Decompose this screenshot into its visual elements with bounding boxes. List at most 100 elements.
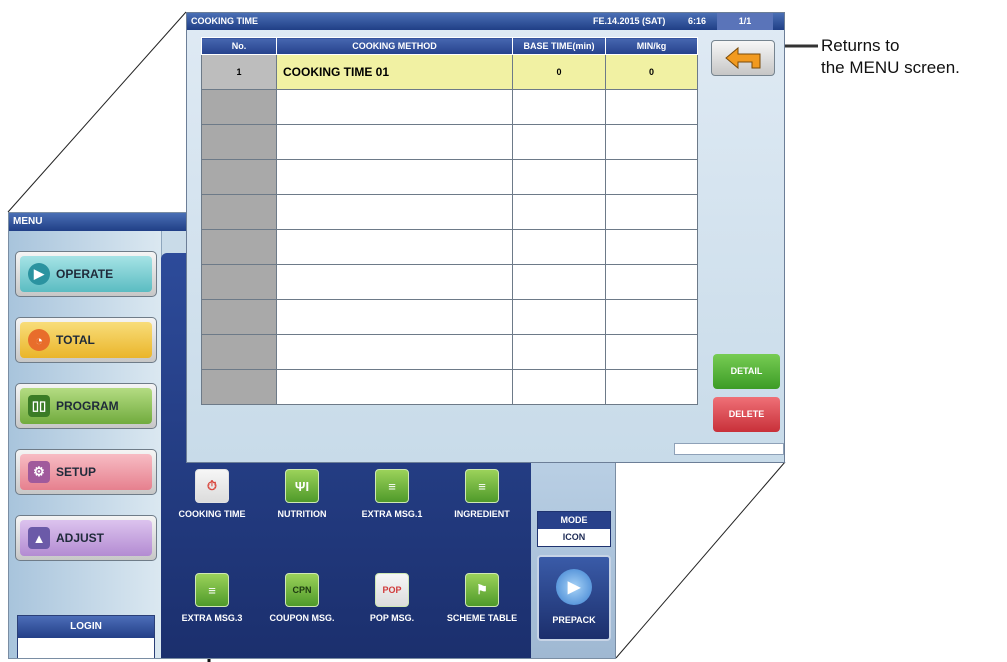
callout-line-1: Returns to <box>821 36 900 55</box>
row-min-kg: 0 <box>605 54 698 90</box>
operate-label: OPERATE <box>56 267 114 281</box>
row-base-time <box>512 159 606 195</box>
prepack-label: PREPACK <box>552 615 596 625</box>
operate-button[interactable]: ▶ OPERATE <box>15 251 157 297</box>
row-no <box>201 264 277 300</box>
table-row[interactable] <box>201 124 698 160</box>
row-base-time: 0 <box>512 54 606 90</box>
col-min-kg: MIN/kg <box>605 37 698 55</box>
row-base-time <box>512 89 606 125</box>
extra-msg1-label: EXTRA MSG.1 <box>361 509 423 519</box>
page-indicator: 1/1 <box>717 13 773 30</box>
row-method <box>276 264 513 300</box>
mode-value: ICON <box>538 529 610 546</box>
cooking-table: No. COOKING METHOD BASE TIME(min) MIN/kg… <box>201 37 698 405</box>
progress-bar <box>674 443 784 455</box>
program-button[interactable]: ▯▯ PROGRAM <box>15 383 157 429</box>
table-row[interactable] <box>201 264 698 300</box>
adjust-button[interactable]: ▲ ADJUST <box>15 515 157 561</box>
book-icon: ▯▯ <box>28 395 50 417</box>
document-icon: ≡ <box>375 469 409 503</box>
row-base-time <box>512 229 606 265</box>
setup-button[interactable]: ⚙ SETUP <box>15 449 157 495</box>
row-base-time <box>512 334 606 370</box>
row-min-kg <box>605 194 698 230</box>
time-text: 6:16 <box>688 16 707 26</box>
document-icon: ≡ <box>465 469 499 503</box>
login-label: LOGIN <box>18 616 154 638</box>
cutlery-icon: ΨΙ <box>285 469 319 503</box>
cooking-title-bar: COOKING TIME FE.14.2015 (SAT) 6:16 1/1 <box>187 13 784 30</box>
table-row[interactable] <box>201 89 698 125</box>
mode-panel: MODE ICON ▶ PREPACK <box>531 461 615 658</box>
row-no <box>201 89 277 125</box>
play-icon: ▶ <box>28 263 50 285</box>
row-base-time <box>512 299 606 335</box>
table-row[interactable] <box>201 334 698 370</box>
document-icon: ≡ <box>195 573 229 607</box>
prepack-button[interactable]: ▶ PREPACK <box>537 555 611 641</box>
login-box[interactable]: LOGIN <box>17 615 155 658</box>
row-method <box>276 159 513 195</box>
play-icon: ▶ <box>556 569 592 605</box>
row-method <box>276 334 513 370</box>
pop-msg-item[interactable]: POP POP MSG. <box>347 573 437 623</box>
nutrition-label: NUTRITION <box>277 509 327 519</box>
cooking-time-label: COOKING TIME <box>178 509 246 519</box>
row-min-kg <box>605 159 698 195</box>
return-arrow-icon <box>725 46 761 70</box>
setup-label: SETUP <box>56 465 97 479</box>
row-min-kg <box>605 89 698 125</box>
row-base-time <box>512 124 606 160</box>
table-row[interactable] <box>201 159 698 195</box>
row-min-kg <box>605 369 698 405</box>
table-row[interactable] <box>201 229 698 265</box>
return-button[interactable] <box>711 40 775 76</box>
delete-button[interactable]: DELETE <box>713 397 780 432</box>
row-method <box>276 299 513 335</box>
coupon-msg-label: COUPON MSG. <box>269 613 335 623</box>
ingredient-item[interactable]: ≡ INGREDIENT <box>437 469 527 519</box>
row-method <box>276 89 513 125</box>
col-no: No. <box>201 37 277 55</box>
total-label: TOTAL <box>56 333 95 347</box>
menu-left-panel: ▶ OPERATE ◔ TOTAL ▯▯ PROGRAM ⚙ SETUP ▲ A… <box>9 231 162 658</box>
total-button[interactable]: ◔ TOTAL <box>15 317 157 363</box>
nutrition-item[interactable]: ΨΙ NUTRITION <box>257 469 347 519</box>
row-method <box>276 369 513 405</box>
row-no <box>201 194 277 230</box>
program-label: PROGRAM <box>56 399 119 413</box>
row-no <box>201 334 277 370</box>
row-no: 1 <box>201 54 277 90</box>
ingredient-label: INGREDIENT <box>454 509 510 519</box>
row-base-time <box>512 194 606 230</box>
mode-box[interactable]: MODE ICON <box>537 511 611 547</box>
mode-label: MODE <box>538 512 610 529</box>
table-row[interactable] <box>201 194 698 230</box>
row-base-time <box>512 369 606 405</box>
cooking-time-item[interactable]: ⏱ COOKING TIME <box>167 469 257 519</box>
row-no <box>201 299 277 335</box>
row-no <box>201 159 277 195</box>
row-min-kg <box>605 124 698 160</box>
extra-msg1-item[interactable]: ≡ EXTRA MSG.1 <box>347 469 437 519</box>
cooking-title: COOKING TIME <box>191 16 258 26</box>
extra-msg3-item[interactable]: ≡ EXTRA MSG.3 <box>167 573 257 623</box>
row-method <box>276 124 513 160</box>
scheme-table-label: SCHEME TABLE <box>446 613 518 623</box>
row-min-kg <box>605 299 698 335</box>
table-row[interactable] <box>201 369 698 405</box>
scheme-icon: ⚑ <box>465 573 499 607</box>
pop-msg-label: POP MSG. <box>369 613 415 623</box>
table-row[interactable]: 1 COOKING TIME 01 0 0 <box>201 54 698 90</box>
coupon-msg-item[interactable]: CPN COUPON MSG. <box>257 573 347 623</box>
wrench-icon: ⚙ <box>28 461 50 483</box>
date-text: FE.14.2015 (SAT) <box>593 16 666 26</box>
callout-text: Returns to the MENU screen. <box>821 35 960 79</box>
scheme-table-item[interactable]: ⚑ SCHEME TABLE <box>437 573 527 623</box>
detail-button[interactable]: DETAIL <box>713 354 780 389</box>
callout-line-2: the MENU screen. <box>821 58 960 77</box>
clock-icon: ◔ <box>28 329 50 351</box>
table-row[interactable] <box>201 299 698 335</box>
row-no <box>201 369 277 405</box>
